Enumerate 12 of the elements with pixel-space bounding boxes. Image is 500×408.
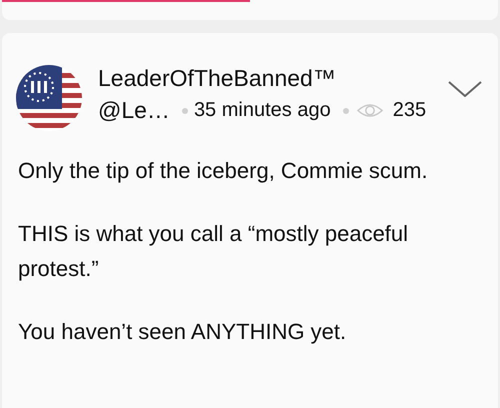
eye-icon bbox=[356, 103, 383, 118]
flag-avatar-icon[interactable] bbox=[16, 65, 82, 131]
view-count: 235 bbox=[392, 99, 426, 122]
separator-dot bbox=[342, 108, 349, 114]
chevron-down-icon[interactable] bbox=[448, 81, 482, 97]
post-text: THIS is what you call a “mostly peaceful protest.” bbox=[18, 220, 410, 283]
post-text: You haven’t seen ANYTHING yet. bbox=[18, 318, 348, 346]
post-time: 35 minutes ago bbox=[194, 99, 331, 122]
separator-dot bbox=[182, 108, 188, 114]
author-name[interactable]: LeaderOfTheBanned™ bbox=[98, 63, 448, 93]
post-text: Only the tip of the iceberg, Commie scum. bbox=[18, 157, 429, 185]
author-handle[interactable]: @Le… bbox=[98, 97, 170, 124]
